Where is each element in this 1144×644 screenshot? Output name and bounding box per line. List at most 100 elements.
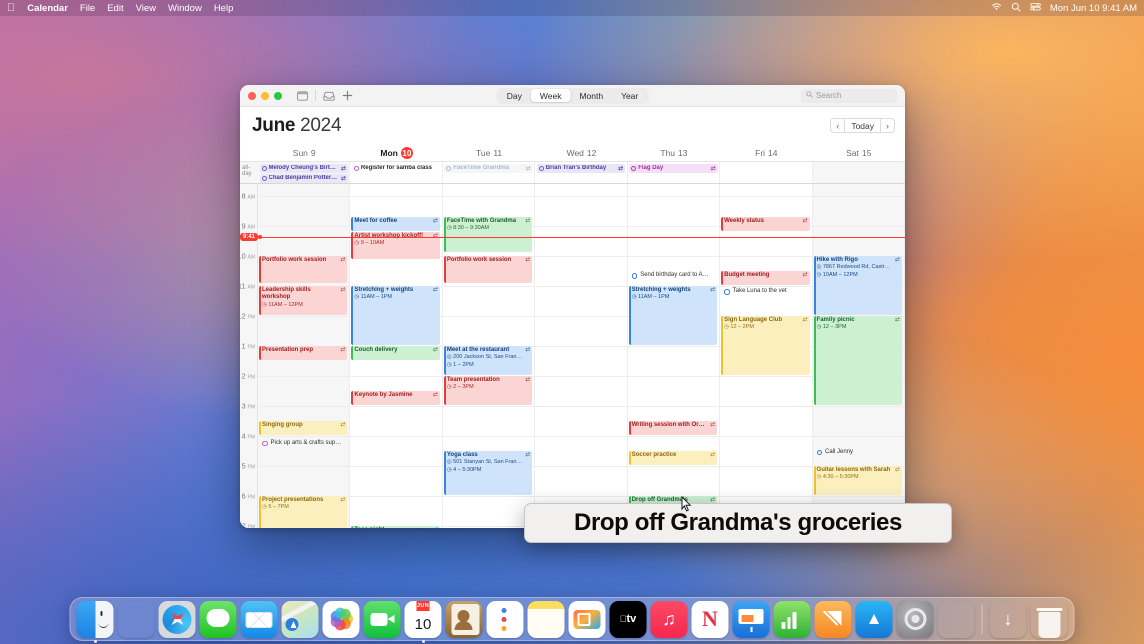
tab-week[interactable]: Week — [530, 89, 571, 102]
calendar-event[interactable]: Leadership skills workshop ◷ 11AM – 12PM ⇄ — [259, 285, 348, 315]
calendar-event[interactable]: Stretching + weights ◷ 11AM – 1PM ⇄ — [628, 285, 718, 345]
dock-item-freeform[interactable] — [568, 600, 606, 638]
dock-icon-finder[interactable] — [76, 600, 114, 638]
day-column-3[interactable]: FaceTime with Grandma ◷ 8:30 – 9:30AM ⇄ Por… — [442, 183, 536, 528]
inbox-icon[interactable] — [322, 90, 335, 102]
window-traffic-lights[interactable] — [248, 91, 282, 100]
control-center-icon[interactable] — [1030, 2, 1041, 14]
dock-item-safari[interactable] — [158, 600, 196, 638]
dock-item-pages[interactable] — [814, 600, 852, 638]
all-day-column-3[interactable]: FaceTime Grandma ⇄ — [443, 162, 536, 183]
dock-icon-reminders[interactable] — [486, 600, 524, 638]
menu-file[interactable]: File — [80, 3, 95, 14]
day-header-sat[interactable]: Sat 15 — [813, 145, 905, 161]
calendar-event[interactable]: Weekly status ⇄ — [721, 216, 810, 231]
all-day-event[interactable]: Register for samba class — [351, 163, 441, 173]
day-header-mon[interactable]: Mon 10 — [350, 145, 442, 161]
dock-item-contacts[interactable] — [445, 600, 483, 638]
zoom-button[interactable] — [274, 91, 282, 100]
all-day-column-7[interactable] — [812, 162, 905, 183]
calendar-event[interactable]: Send birthday card to A… — [629, 271, 717, 285]
dock-item-downloads-folder[interactable]: ↓ — [990, 601, 1027, 638]
close-button[interactable] — [248, 91, 256, 100]
day-column-2[interactable]: Meet for coffee ⇄ Artist workshop kickoff!… — [350, 183, 443, 528]
menu-view[interactable]: View — [136, 3, 156, 14]
tab-year[interactable]: Year — [612, 89, 647, 102]
dock-icon-downloads-folder[interactable]: ↓ — [990, 601, 1027, 638]
all-day-column-1[interactable]: Melody Cheung's Birt… ⇄ Chad Benjamin Pott… — [258, 162, 351, 183]
calendar-event[interactable]: Project presentations ◷ 5 – 7PM ⇄ — [259, 495, 348, 528]
view-mode-segmented-control[interactable]: Day Week Month Year — [496, 87, 649, 104]
dock-icon-launchpad[interactable] — [118, 601, 155, 638]
dock-icon-maps[interactable] — [281, 600, 319, 638]
dock-icon-messages[interactable] — [199, 600, 237, 638]
dock-icon-freeform[interactable] — [568, 600, 606, 638]
all-day-event[interactable]: Melody Cheung's Birt… ⇄ — [259, 163, 348, 173]
dock-item-facetime[interactable] — [363, 600, 401, 638]
calendar-view-icon[interactable] — [296, 90, 309, 102]
all-day-column-4[interactable]: Brian Tran's Birthday ⇄ — [535, 162, 628, 183]
wifi-icon[interactable] — [991, 2, 1002, 14]
dock-icon-music[interactable]: ♫ — [650, 600, 688, 638]
add-event-button[interactable] — [341, 90, 354, 102]
calendar-event[interactable]: Meet at the restaurant ◎ 200 Jackson St, … — [443, 345, 533, 375]
all-day-event[interactable]: Flag Day ⇄ — [629, 163, 718, 173]
calendar-event[interactable]: FaceTime with Grandma ◷ 8:30 – 9:30AM ⇄ — [443, 216, 533, 252]
dock-icon-contacts[interactable] — [445, 600, 483, 638]
apple-menu-icon[interactable]:  — [7, 2, 15, 14]
dock-item-reminders[interactable] — [486, 600, 524, 638]
reminder-circle-icon[interactable] — [631, 273, 638, 279]
dock-item-trash[interactable] — [1031, 601, 1068, 638]
day-header-tue[interactable]: Tue 11 — [443, 145, 535, 161]
calendar-event[interactable]: Take Luna to the vet — [721, 287, 809, 301]
dock-item-news[interactable]: N — [691, 600, 729, 638]
dock-item-music[interactable]: ♫ — [650, 600, 688, 638]
day-header-wed[interactable]: Wed 12 — [535, 145, 627, 161]
dock-icon-facetime[interactable] — [363, 600, 401, 638]
dock-item-messages[interactable] — [199, 600, 237, 638]
menubar-clock[interactable]: Mon Jun 10 9:41 AM — [1050, 3, 1137, 14]
all-day-event[interactable]: FaceTime Grandma ⇄ — [444, 163, 533, 173]
minimize-button[interactable] — [261, 91, 269, 100]
calendar-event[interactable]: Singing group ⇄ — [259, 420, 348, 435]
calendar-event[interactable]: Couch delivery ⇄ — [351, 345, 440, 360]
date-navigation[interactable]: ‹ Today › — [830, 118, 895, 133]
day-header-thu[interactable]: Thu 13 — [628, 145, 720, 161]
day-column-5[interactable]: Send birthday card to A… Stretching + wei… — [627, 183, 721, 528]
search-field[interactable]: Search — [801, 88, 897, 103]
dock[interactable]: JUN 10 tv♫N ▲ ↓ — [69, 597, 1075, 643]
calendar-event[interactable]: Budget meeting ⇄ — [721, 271, 810, 286]
dock-item-keynote[interactable] — [732, 600, 770, 638]
calendar-event[interactable]: Hike with Rigo ◎ 7867 Redwood Rd, Castr… ◷… — [813, 255, 902, 315]
dock-item-settings[interactable] — [896, 600, 934, 638]
all-day-column-6[interactable] — [720, 162, 813, 183]
calendar-event[interactable]: Portfolio work session ⇄ — [259, 255, 348, 283]
menu-app-name[interactable]: Calendar — [27, 3, 68, 14]
menu-window[interactable]: Window — [168, 3, 202, 14]
dock-icon-settings[interactable] — [896, 600, 934, 638]
calendar-event[interactable]: Team presentation ◷ 2 – 3PM ⇄ — [443, 375, 533, 405]
calendar-event[interactable]: Portfolio work session ⇄ — [443, 255, 533, 283]
calendar-event[interactable]: Writing session with Or… ⇄ — [628, 420, 718, 435]
calendar-event[interactable]: Call Jenny — [814, 448, 902, 462]
dock-icon-photos[interactable] — [322, 600, 360, 638]
calendar-event[interactable]: Family picnic ◷ 12 – 3PM ⇄ — [813, 315, 902, 405]
calendar-event[interactable]: Sign Language Club ◷ 12 – 2PM ⇄ — [721, 315, 810, 375]
dock-icon-keynote[interactable] — [732, 600, 770, 638]
tab-day[interactable]: Day — [498, 89, 531, 102]
today-button[interactable]: Today — [845, 119, 880, 132]
day-header-fri[interactable]: Fri 14 — [720, 145, 812, 161]
dock-icon-trash[interactable] — [1031, 601, 1068, 638]
day-column-7[interactable]: Hike with Rigo ◎ 7867 Redwood Rd, Castr… ◷… — [812, 183, 905, 528]
dock-item-photos[interactable] — [322, 600, 360, 638]
dock-item-appstore[interactable]: ▲ — [855, 600, 893, 638]
dock-icon-appstore[interactable]: ▲ — [855, 600, 893, 638]
dock-icon-safari[interactable] — [158, 600, 196, 638]
all-day-event[interactable]: Chad Benjamin Potter… ⇄ — [259, 173, 348, 183]
dock-item-maps[interactable] — [281, 600, 319, 638]
calendar-event[interactable]: Presentation prep ⇄ — [259, 345, 348, 360]
dock-icon-news[interactable]: N — [691, 600, 729, 638]
calendar-event[interactable]: Keynote by Jasmine ⇄ — [351, 390, 440, 405]
calendar-event[interactable]: Stretching + weights ◷ 11AM – 1PM ⇄ — [351, 285, 440, 345]
dock-item-calendar[interactable]: JUN 10 — [404, 600, 442, 643]
